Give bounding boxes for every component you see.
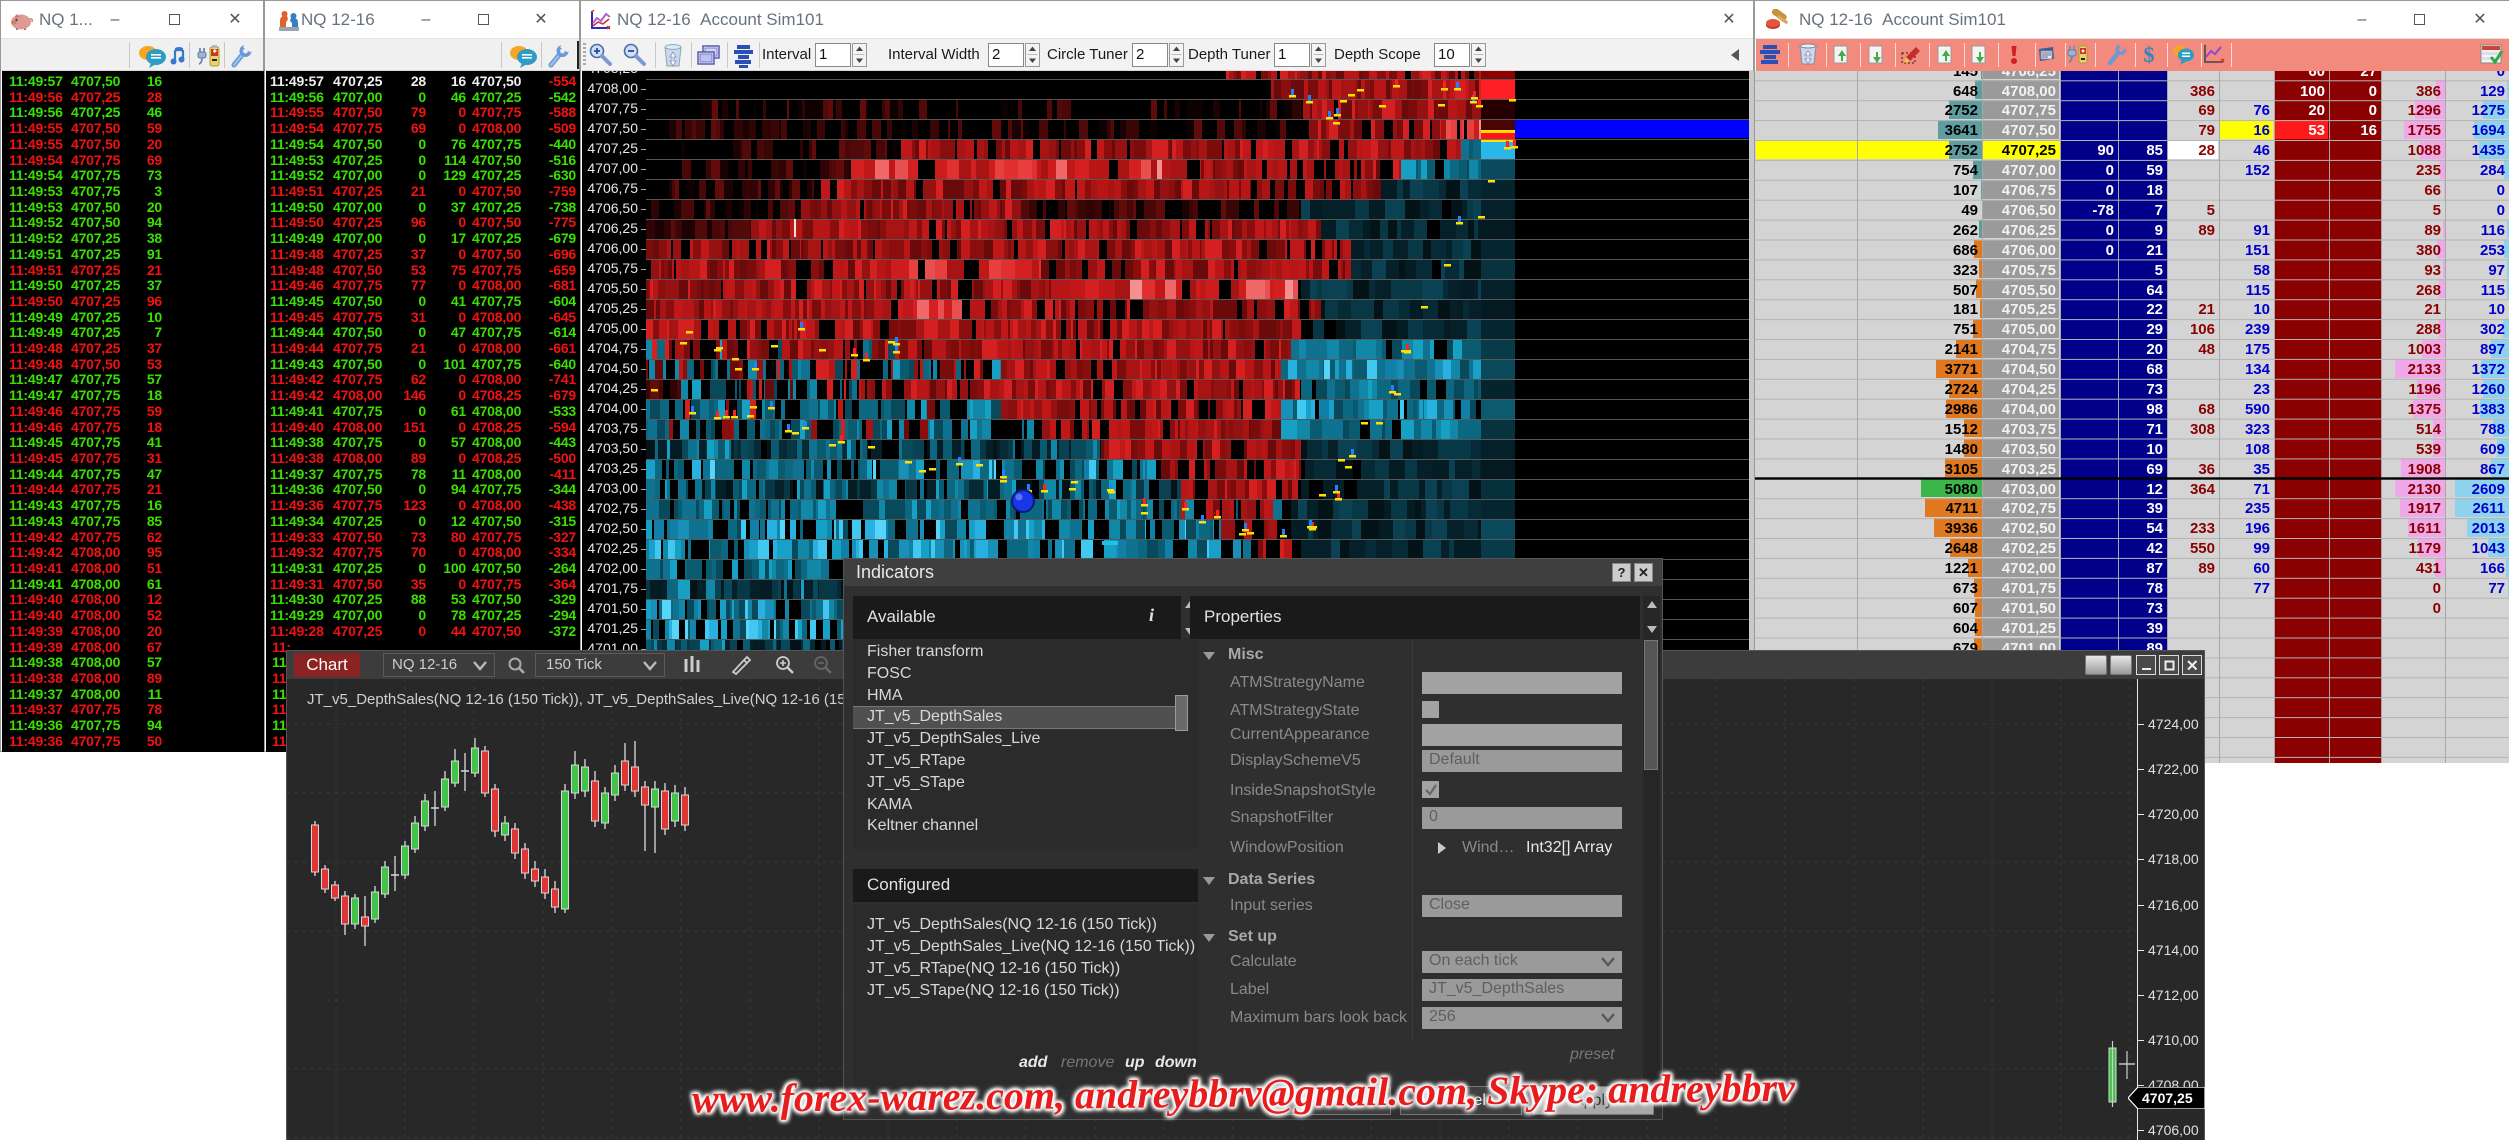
svg-text:4707,25: 4707,25 — [2142, 1090, 2193, 1106]
svg-text:$: $ — [2144, 43, 2155, 67]
